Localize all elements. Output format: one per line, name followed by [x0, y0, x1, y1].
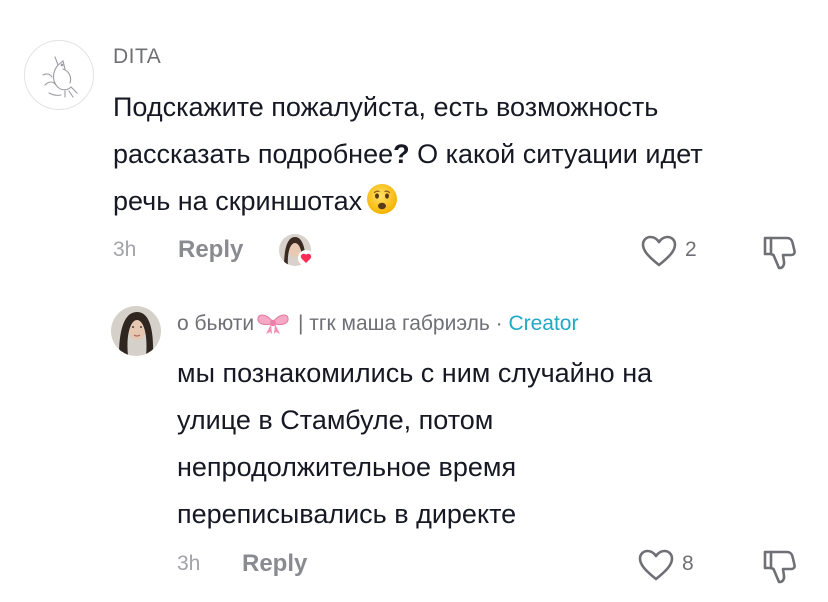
comment-text: Подскажите пожалуйста, есть возможность … — [113, 84, 813, 225]
username-text: о бьюти — [177, 312, 255, 335]
comment-username[interactable]: DITA — [113, 45, 161, 69]
pink-bow-emoji — [257, 314, 289, 334]
creator-photo-icon — [111, 306, 161, 356]
thumbs-down-icon — [763, 236, 796, 270]
like-button[interactable] — [637, 548, 675, 582]
heart-outline-icon — [638, 549, 674, 581]
comment-time: 3h — [113, 238, 137, 261]
reply-text: мы познакомились с ним случайно на улице… — [177, 350, 797, 538]
thumbs-down-icon — [763, 550, 796, 584]
liked-by-creator-icon — [279, 234, 314, 266]
text-segment: речь на скриншотах — [113, 186, 363, 216]
reply-text-line: непродолжительное время — [177, 452, 517, 482]
dislike-button[interactable] — [760, 232, 798, 272]
heart-outline-icon — [641, 235, 677, 267]
avatar-creator[interactable] — [111, 306, 161, 356]
reply-button[interactable]: Reply — [178, 236, 243, 264]
creator-liked-avatar — [278, 233, 314, 267]
like-button[interactable] — [640, 234, 678, 268]
frowning-face-emoji — [367, 184, 398, 214]
fox-sketch-icon — [42, 56, 78, 98]
comment-text-line: Подскажите пожалуйста, есть возможность — [113, 92, 659, 122]
username-text: | тгк маша габриэль · — [292, 312, 509, 335]
like-count: 8 — [682, 552, 694, 575]
reply-text-line: мы познакомились с ним случайно на — [177, 358, 653, 388]
text-segment: О какой ситуации идет — [409, 139, 703, 169]
reply-button[interactable]: Reply — [242, 550, 307, 578]
reply-username[interactable]: о бьюти | тгк маша габриэль · Creator — [177, 311, 578, 336]
text-segment: рассказать подробнее — [113, 139, 394, 169]
creator-badge: Creator — [508, 312, 579, 335]
avatar-dita[interactable] — [24, 40, 94, 110]
reply-text-line: улице в Стамбуле, потом — [177, 405, 494, 435]
question-mark: ? — [393, 139, 410, 169]
reply-time: 3h — [177, 552, 201, 575]
comment-text-line: речь на скриншотах — [113, 178, 813, 225]
reply-text-line: переписывались в директе — [177, 499, 517, 529]
comment-text-line: рассказать подробнее? О какой ситуации и… — [113, 131, 813, 178]
like-count: 2 — [685, 238, 697, 261]
dislike-button[interactable] — [760, 546, 798, 586]
